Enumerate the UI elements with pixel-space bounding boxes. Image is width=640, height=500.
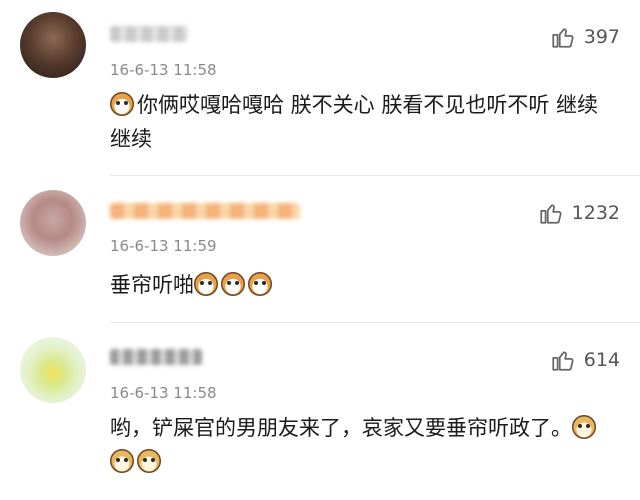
avatar[interactable] — [20, 190, 86, 256]
comment-text: 你俩哎嘎哈嘎哈 朕不关心 朕看不见也听不听 继续继续 — [110, 92, 599, 151]
username-redacted[interactable] — [110, 203, 300, 219]
doge-emoji-icon — [110, 449, 134, 473]
username-redacted[interactable] — [110, 349, 202, 365]
cat-emoji-icon — [221, 272, 245, 296]
username-redacted[interactable] — [110, 26, 188, 42]
thumbs-up-icon — [552, 351, 574, 371]
like-button[interactable]: 1232 — [538, 200, 620, 226]
comment-text: 哟，铲屎官的男朋友来了，哀家又要垂帘听政了。 — [110, 411, 616, 479]
like-count: 397 — [583, 26, 620, 48]
like-button[interactable]: 397 — [550, 24, 620, 50]
doge-emoji-icon — [137, 449, 161, 473]
like-count: 1232 — [571, 202, 620, 224]
cat-emoji-icon — [194, 272, 218, 296]
comment-text: 垂帘听啪 — [110, 268, 616, 302]
comment-item: 1232 16-6-13 11:59 垂帘听啪 — [0, 176, 640, 322]
like-button[interactable]: 614 — [550, 347, 620, 373]
comment-feed: 397 16-6-13 11:58 你俩哎嘎哈嘎哈 朕不关心 朕看不见也听不听 … — [0, 0, 640, 500]
thumbs-up-icon — [540, 204, 562, 224]
thumbs-up-icon — [552, 28, 574, 48]
comment-item: 614 16-6-13 11:58 哟，铲屎官的男朋友来了，哀家又要垂帘听政了。 — [0, 323, 640, 500]
comment-timestamp: 16-6-13 11:58 — [110, 384, 217, 402]
cat-emoji-icon — [248, 272, 272, 296]
doge-emoji-icon — [572, 415, 596, 439]
avatar[interactable] — [20, 337, 86, 403]
comment-item: 397 16-6-13 11:58 你俩哎嘎哈嘎哈 朕不关心 朕看不见也听不听 … — [0, 0, 640, 175]
avatar[interactable] — [20, 12, 86, 78]
cat-emoji-icon — [110, 92, 134, 116]
comment-timestamp: 16-6-13 11:58 — [110, 61, 217, 79]
comment-timestamp: 16-6-13 11:59 — [110, 237, 217, 255]
like-count: 614 — [583, 349, 620, 371]
